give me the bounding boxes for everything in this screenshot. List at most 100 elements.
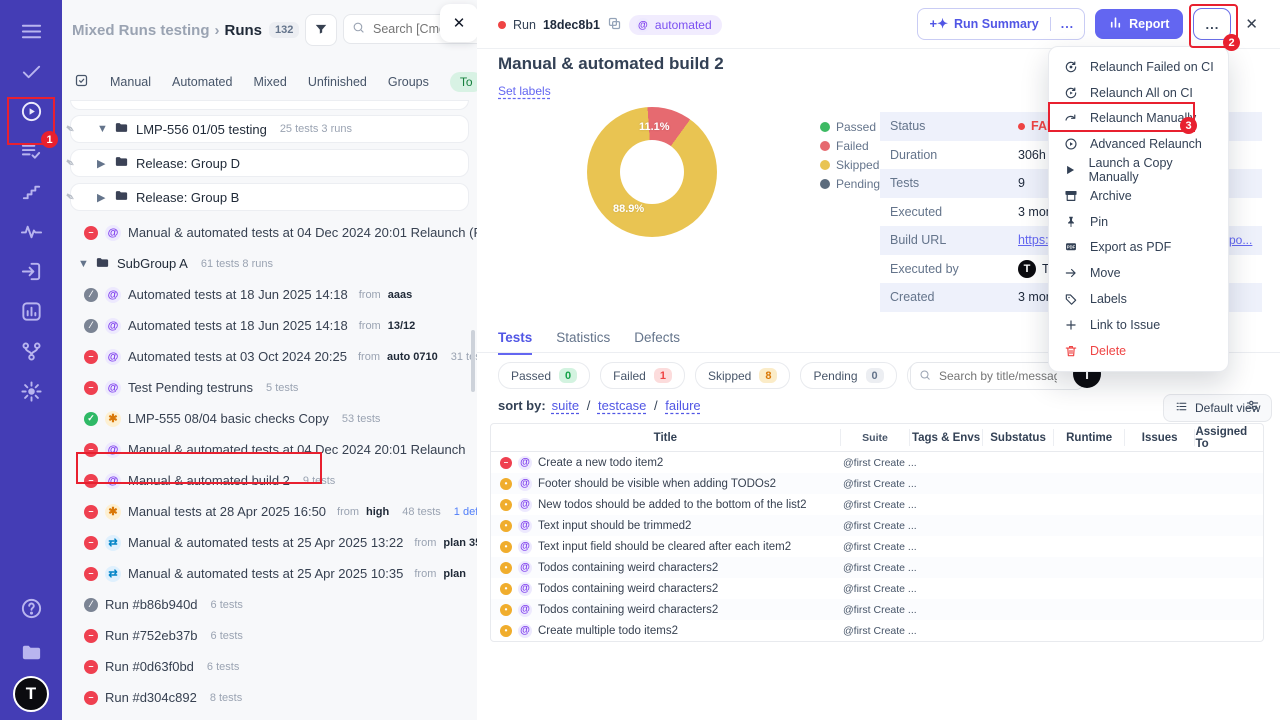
run-row[interactable]: –⇄Manual & automated tests at 25 Apr 202…: [62, 527, 477, 558]
runs-tab-mixed[interactable]: Mixed: [253, 75, 286, 89]
table-row[interactable]: •@Create multiple todo items2@first Crea…: [491, 620, 1263, 641]
sidebar-item-help[interactable]: [9, 588, 53, 632]
menu-item-launch-a-copy-manually[interactable]: Launch a Copy Manually: [1049, 157, 1228, 183]
menu-item-link-to-issue[interactable]: Link to Issue: [1049, 312, 1228, 338]
run-meta: 48 tests: [402, 506, 441, 518]
table-row[interactable]: •@New todos should be added to the botto…: [491, 494, 1263, 515]
run-summary-more-button[interactable]: ...: [1050, 17, 1084, 31]
filter-button[interactable]: [305, 14, 337, 46]
table-row[interactable]: •@Footer should be visible when adding T…: [491, 473, 1263, 494]
set-labels-link[interactable]: Set labels: [498, 84, 551, 98]
brand-logo[interactable]: T: [13, 676, 49, 712]
column-header-tags-envs[interactable]: Tags & Envs: [910, 429, 983, 446]
run-row[interactable]: –Run #752eb37b6 tests: [62, 620, 477, 651]
sort-link-failure[interactable]: failure: [665, 398, 700, 413]
chevron-down-icon[interactable]: ▼: [97, 123, 107, 135]
search-icon: [352, 21, 365, 37]
run-row[interactable]: –@Manual & automated tests at 04 Dec 202…: [62, 217, 477, 248]
sidebar-item-pulse[interactable]: [9, 212, 53, 254]
sidebar-item-steps[interactable]: [9, 172, 53, 214]
sidebar-item-check[interactable]: [9, 52, 53, 94]
run-row[interactable]: –✱Manual tests at 28 Apr 2025 16:50fromh…: [62, 496, 477, 527]
pin-icon[interactable]: ✒: [62, 154, 78, 171]
menu-item-archive[interactable]: Archive: [1049, 183, 1228, 209]
pin-icon[interactable]: ✒: [62, 120, 78, 137]
table-row[interactable]: –@Create a new todo item2@first Create .…: [491, 452, 1263, 473]
run-row[interactable]: –Run #d304c8928 tests: [62, 682, 477, 713]
run-tag-badge[interactable]: @automated: [629, 15, 722, 35]
report-button[interactable]: Report: [1095, 9, 1183, 39]
chevron-right-icon[interactable]: ▶: [97, 191, 107, 204]
filter-pill-pending[interactable]: Pending0: [800, 362, 896, 389]
menu-item-advanced-relaunch[interactable]: Advanced Relaunch: [1049, 131, 1228, 157]
run-row[interactable]: –Run #26d301455 tests: [62, 713, 477, 720]
suite-cell: @first Create ...: [843, 625, 912, 637]
tests-search-input[interactable]: [937, 368, 1059, 384]
chevron-right-icon[interactable]: ▶: [97, 157, 107, 170]
run-row[interactable]: ⁄Run #b86b940d6 tests: [62, 589, 477, 620]
menu-item-relaunch-failed-on-ci[interactable]: Relaunch Failed on CI: [1049, 54, 1228, 80]
summary-label: Executed: [880, 205, 1018, 219]
table-row[interactable]: •@Todos containing weird characters2@fir…: [491, 578, 1263, 599]
select-runs-icon[interactable]: [74, 73, 89, 91]
sidebar-item-folder[interactable]: [9, 632, 53, 676]
folder-row[interactable]: ✒▶Release: Group B: [70, 183, 469, 211]
runs-tab-manual[interactable]: Manual: [110, 75, 151, 89]
table-row[interactable]: •@Text input field should be cleared aft…: [491, 536, 1263, 557]
column-header-runtime[interactable]: Runtime: [1054, 429, 1125, 446]
breadcrumb-section[interactable]: Runs: [225, 22, 263, 39]
run-row[interactable]: –@Automated tests at 03 Oct 2024 20:25fr…: [62, 341, 477, 372]
filter-pill-passed[interactable]: Passed0: [498, 362, 590, 389]
sidebar-item-gear[interactable]: [9, 372, 53, 414]
build-url-tail[interactable]: po...: [1229, 226, 1252, 255]
folder-row[interactable]: ✒▼LMP-556 01/05 testing25 tests 3 runs: [70, 115, 469, 143]
run-row[interactable]: ⁄@Automated tests at 18 Jun 2025 14:18fr…: [62, 310, 477, 341]
menu-item-delete[interactable]: Delete: [1049, 338, 1228, 364]
sidebar-item-bar-chart[interactable]: [9, 292, 53, 334]
breadcrumb-project[interactable]: Mixed Runs testing: [72, 22, 210, 39]
run-row[interactable]: ⁄@Automated tests at 18 Jun 2025 14:18fr…: [62, 279, 477, 310]
column-header-assigned-to[interactable]: Assigned To: [1195, 429, 1263, 446]
table-row[interactable]: •@Todos containing weird characters2@fir…: [491, 557, 1263, 578]
menu-item-move[interactable]: Move: [1049, 260, 1228, 286]
pin-icon[interactable]: ✒: [62, 188, 78, 205]
filter-pill-skipped[interactable]: Skipped8: [695, 362, 791, 389]
sidebar-item-git-branch[interactable]: [9, 332, 53, 374]
run-summary-button[interactable]: +✦Run Summary ...: [917, 8, 1085, 40]
column-header-substatus[interactable]: Substatus: [983, 429, 1055, 446]
menu-item-export-as-pdf[interactable]: PDFExport as PDF: [1049, 235, 1228, 261]
copy-icon[interactable]: [607, 16, 622, 34]
filter-pill-failed[interactable]: Failed1: [600, 362, 685, 389]
table-row[interactable]: •@Todos containing weird characters2@fir…: [491, 599, 1263, 620]
runs-tab-unfinished[interactable]: Unfinished: [308, 75, 367, 89]
menu-item-labels[interactable]: Labels: [1049, 286, 1228, 312]
sidebar-item-signin[interactable]: [9, 252, 53, 294]
sort-link-testcase[interactable]: testcase: [598, 398, 646, 413]
menu-item-pin[interactable]: Pin: [1049, 209, 1228, 235]
sidebar-item-menu[interactable]: [9, 12, 53, 54]
close-icon[interactable]: ✕: [1241, 13, 1262, 35]
runs-tab-pill[interactable]: To: [450, 72, 478, 92]
run-row[interactable]: ✓✱LMP-555 08/04 basic checks Copy53 test…: [62, 403, 477, 434]
run-row[interactable]: –Run #0d63f0bd6 tests: [62, 651, 477, 682]
defects-link[interactable]: 1 defects: [454, 506, 477, 518]
scrollbar-thumb[interactable]: [471, 330, 475, 392]
column-header-title[interactable]: Title: [491, 429, 841, 446]
folder-row[interactable]: ▼SubGroup A61 tests 8 runs: [62, 248, 477, 279]
column-header-issues[interactable]: Issues: [1125, 429, 1196, 446]
run-meta: 6 tests: [211, 599, 243, 611]
run-row[interactable]: –@Test Pending testruns5 tests: [62, 372, 477, 403]
runs-tab-automated[interactable]: Automated: [172, 75, 232, 89]
sort-link-suite[interactable]: suite: [552, 398, 579, 413]
column-settings-icon[interactable]: [1245, 398, 1260, 416]
folder-row[interactable]: ✒▶Release: Group D: [70, 149, 469, 177]
test-title-cell: •@Text input field should be cleared aft…: [491, 540, 843, 554]
column-header-suite[interactable]: Suite: [841, 429, 911, 446]
run-row[interactable]: –⇄Manual & automated tests at 25 Apr 202…: [62, 558, 477, 589]
chevron-down-icon[interactable]: ▼: [78, 258, 88, 270]
panel-close-button[interactable]: ✕: [440, 4, 478, 42]
runs-tab-groups[interactable]: Groups: [388, 75, 429, 89]
automated-icon: @: [636, 18, 650, 32]
table-row[interactable]: •@Text input should be trimmed2@first Cr…: [491, 515, 1263, 536]
menu-item-label: Advanced Relaunch: [1090, 137, 1202, 151]
